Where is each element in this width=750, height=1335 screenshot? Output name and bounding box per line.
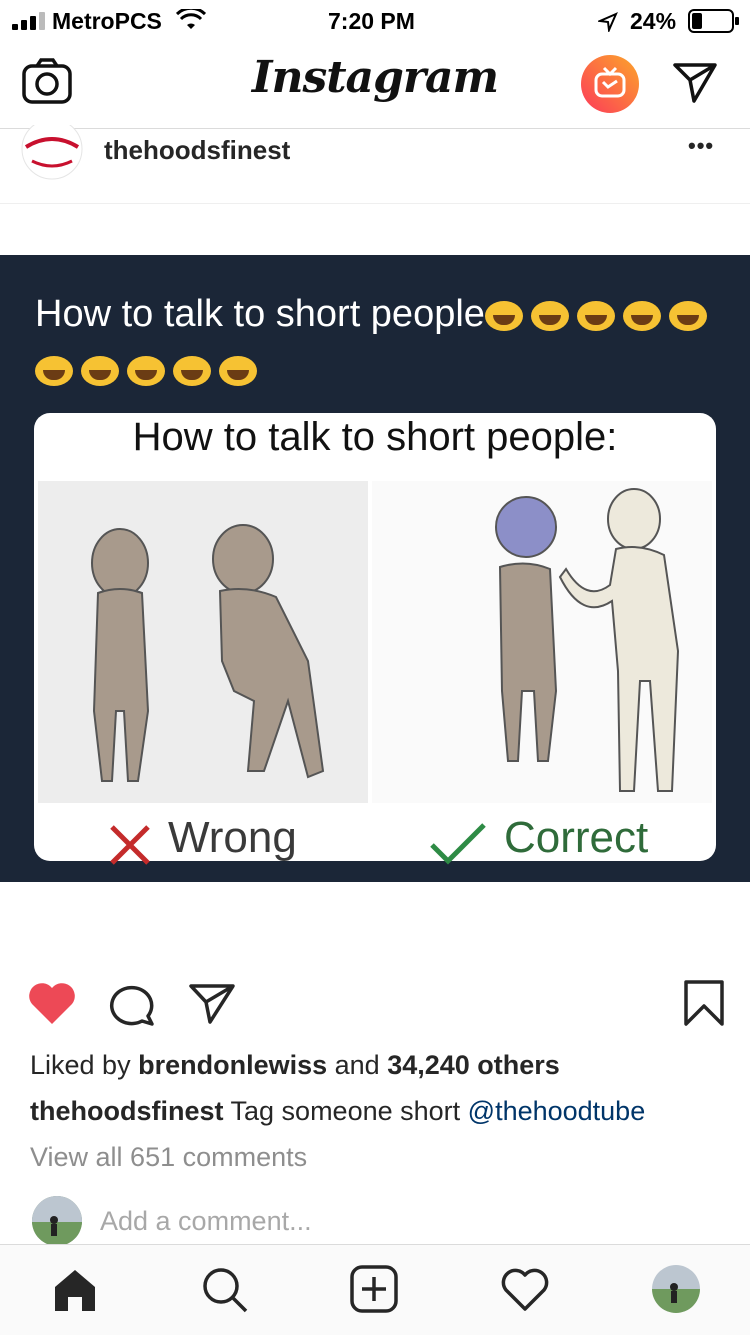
caption-username[interactable]: thehoodsfinest bbox=[30, 1096, 224, 1126]
laughing-emoji-icon bbox=[35, 355, 73, 386]
comment-icon[interactable] bbox=[108, 982, 156, 1028]
profile-tab-avatar[interactable] bbox=[652, 1265, 700, 1313]
laughing-emoji-icon bbox=[622, 300, 661, 331]
my-avatar bbox=[32, 1196, 82, 1246]
check-mark-icon bbox=[430, 823, 486, 865]
wrong-illustration bbox=[38, 481, 368, 803]
new-post-icon[interactable] bbox=[350, 1265, 398, 1313]
direct-message-icon[interactable] bbox=[672, 62, 718, 104]
clock: 7:20 PM bbox=[328, 8, 415, 34]
add-comment-input[interactable]: Add a comment... bbox=[100, 1206, 312, 1237]
signal-icon bbox=[12, 12, 45, 30]
laughing-emoji-icon bbox=[484, 300, 523, 331]
liker-username[interactable]: brendonlewiss bbox=[138, 1050, 327, 1080]
igtv-icon[interactable] bbox=[580, 54, 640, 114]
carrier-name: MetroPCS bbox=[52, 8, 162, 34]
share-icon[interactable] bbox=[188, 982, 236, 1026]
wifi-icon bbox=[176, 9, 206, 29]
bottom-tab-bar bbox=[0, 1244, 750, 1335]
laughing-emoji-icon bbox=[668, 300, 707, 331]
laughing-emoji-icon bbox=[219, 355, 257, 386]
caption-mention[interactable]: @thehoodtube bbox=[468, 1096, 646, 1126]
post-image[interactable]: How to talk to short people How to talk … bbox=[0, 255, 750, 882]
more-options-icon[interactable]: ••• bbox=[688, 133, 714, 159]
caption-text: Tag someone short bbox=[223, 1096, 468, 1126]
image-caption-text: How to talk to short people bbox=[35, 293, 485, 335]
post-username[interactable]: thehoodsfinest bbox=[104, 135, 290, 166]
top-nav: Instagram bbox=[0, 40, 750, 129]
activity-heart-icon[interactable] bbox=[500, 1267, 550, 1313]
battery-percent: 24% bbox=[630, 8, 677, 34]
caption-line: thehoodsfinest Tag someone short @thehoo… bbox=[30, 1096, 645, 1127]
home-icon[interactable] bbox=[52, 1267, 98, 1313]
laughing-emoji-icon bbox=[127, 355, 165, 386]
laughing-emoji-icon bbox=[81, 355, 119, 386]
laughing-emoji-icon bbox=[173, 355, 211, 386]
emoji-row-1 bbox=[484, 293, 715, 335]
location-arrow-icon bbox=[598, 12, 618, 32]
x-mark-icon bbox=[110, 825, 150, 865]
likes-prefix: Liked by bbox=[30, 1050, 139, 1080]
meme-card: How to talk to short people: Wrong Corre… bbox=[34, 413, 716, 865]
likes-count[interactable]: 34,240 others bbox=[387, 1050, 560, 1080]
status-bar: MetroPCS 7:20 PM 24% bbox=[0, 0, 750, 40]
bookmark-icon[interactable] bbox=[682, 978, 726, 1028]
battery-icon bbox=[688, 9, 739, 33]
laughing-emoji-icon bbox=[576, 300, 615, 331]
likes-mid: and bbox=[327, 1050, 388, 1080]
view-all-comments[interactable]: View all 651 comments bbox=[30, 1142, 307, 1173]
meme-title: How to talk to short people: bbox=[132, 415, 618, 459]
search-icon[interactable] bbox=[200, 1265, 250, 1315]
post-header: thehoodsfinest ••• bbox=[0, 125, 750, 204]
laughing-emoji-icon bbox=[530, 300, 569, 331]
figures-correct-drawing bbox=[495, 488, 680, 792]
heart-filled-icon[interactable] bbox=[26, 980, 78, 1026]
likes-line[interactable]: Liked by brendonlewiss and 34,240 others bbox=[30, 1050, 560, 1081]
account-avatar[interactable] bbox=[20, 125, 84, 183]
figures-wrong-drawing bbox=[91, 524, 325, 782]
image-caption: How to talk to short people bbox=[35, 293, 715, 391]
emoji-row-2 bbox=[35, 348, 715, 391]
wrong-label: Wrong bbox=[168, 813, 297, 862]
correct-label: Correct bbox=[504, 813, 649, 862]
correct-illustration bbox=[372, 481, 712, 803]
